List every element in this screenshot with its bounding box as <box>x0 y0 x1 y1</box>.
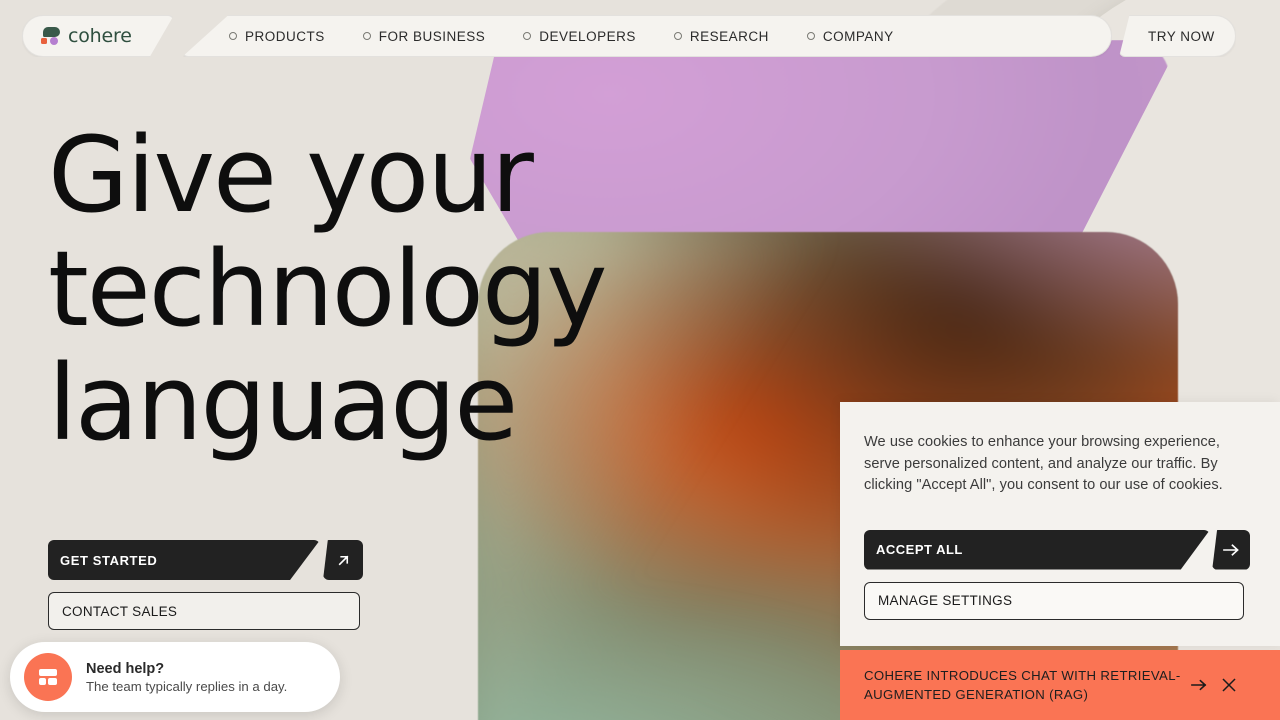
close-icon <box>1222 678 1236 692</box>
primary-navigation: PRODUCTS FOR BUSINESS DEVELOPERS RESEARC… <box>182 15 1112 57</box>
announcement-banner: COHERE INTRODUCES CHAT WITH RETRIEVAL-AU… <box>840 650 1280 720</box>
accept-all-button[interactable]: ACCEPT ALL <box>864 529 1211 570</box>
chat-widget-text: Need help? The team typically replies in… <box>86 661 287 694</box>
nav-item-for-business[interactable]: FOR BUSINESS <box>362 28 486 44</box>
avatar <box>24 653 72 701</box>
chat-help-widget[interactable]: Need help? The team typically replies in… <box>10 642 340 712</box>
arrow-right-icon <box>1222 543 1239 556</box>
manage-settings-button[interactable]: MANAGE SETTINGS <box>864 581 1244 620</box>
cookie-banner-text: We use cookies to enhance your browsing … <box>864 434 1223 493</box>
circle-bullet-icon <box>362 32 371 40</box>
cohere-logo-icon <box>41 27 61 45</box>
accept-all-arrow-button[interactable] <box>1212 529 1250 570</box>
nav-label: PRODUCTS <box>245 28 325 44</box>
nav-label: DEVELOPERS <box>539 28 636 44</box>
page-root: cohere PRODUCTS FOR BUSINESS DEVELOPERS … <box>0 0 1280 720</box>
get-started-row: GET STARTED <box>48 540 363 580</box>
chat-widget-subtitle: The team typically replies in a day. <box>86 678 288 694</box>
nav-item-products[interactable]: PRODUCTS <box>229 29 325 44</box>
logo-square-shape <box>41 38 47 44</box>
logo-blob-shape <box>43 27 60 37</box>
circle-bullet-icon <box>523 32 532 40</box>
get-started-button[interactable]: GET STARTED <box>48 540 320 580</box>
hero-cta-group: GET STARTED CONTACT SALES <box>48 540 363 630</box>
chat-bubble-icon <box>39 669 57 685</box>
announcement-close-button[interactable] <box>1214 670 1244 700</box>
logo-dot-shape <box>50 37 58 45</box>
site-header: cohere PRODUCTS FOR BUSINESS DEVELOPERS … <box>0 0 1280 72</box>
nav-item-research[interactable]: RESEARCH <box>673 28 769 44</box>
chat-widget-title: Need help? <box>86 660 165 677</box>
page-title: Give your technology language <box>48 114 607 464</box>
nav-item-company[interactable]: COMPANY <box>806 28 894 44</box>
hero-section: Give your technology language <box>48 114 607 464</box>
circle-bullet-icon <box>673 32 682 40</box>
nav-label: COMPANY <box>822 28 894 44</box>
accept-all-row: ACCEPT ALL <box>864 529 1250 570</box>
cookie-banner-actions: ACCEPT ALL MANAGE SETTINGS <box>864 529 1250 620</box>
arrow-right-icon <box>1190 679 1206 691</box>
contact-sales-button[interactable]: CONTACT SALES <box>48 592 360 630</box>
get-started-arrow-button[interactable] <box>323 540 363 580</box>
logo-button[interactable]: cohere <box>22 15 174 57</box>
try-now-button[interactable]: TRY NOW <box>1119 15 1236 57</box>
circle-bullet-icon <box>806 32 815 40</box>
announcement-text: COHERE INTRODUCES CHAT WITH RETRIEVAL-AU… <box>864 668 1181 702</box>
nav-label: RESEARCH <box>689 28 769 44</box>
circle-bullet-icon <box>229 32 237 40</box>
arrow-up-right-icon <box>338 555 348 565</box>
nav-label: FOR BUSINESS <box>378 28 486 44</box>
nav-item-developers[interactable]: DEVELOPERS <box>523 29 636 44</box>
logo-wordmark: cohere <box>68 25 132 47</box>
cookie-consent-banner: We use cookies to enhance your browsing … <box>840 402 1280 646</box>
announcement-arrow-button[interactable] <box>1184 670 1214 700</box>
